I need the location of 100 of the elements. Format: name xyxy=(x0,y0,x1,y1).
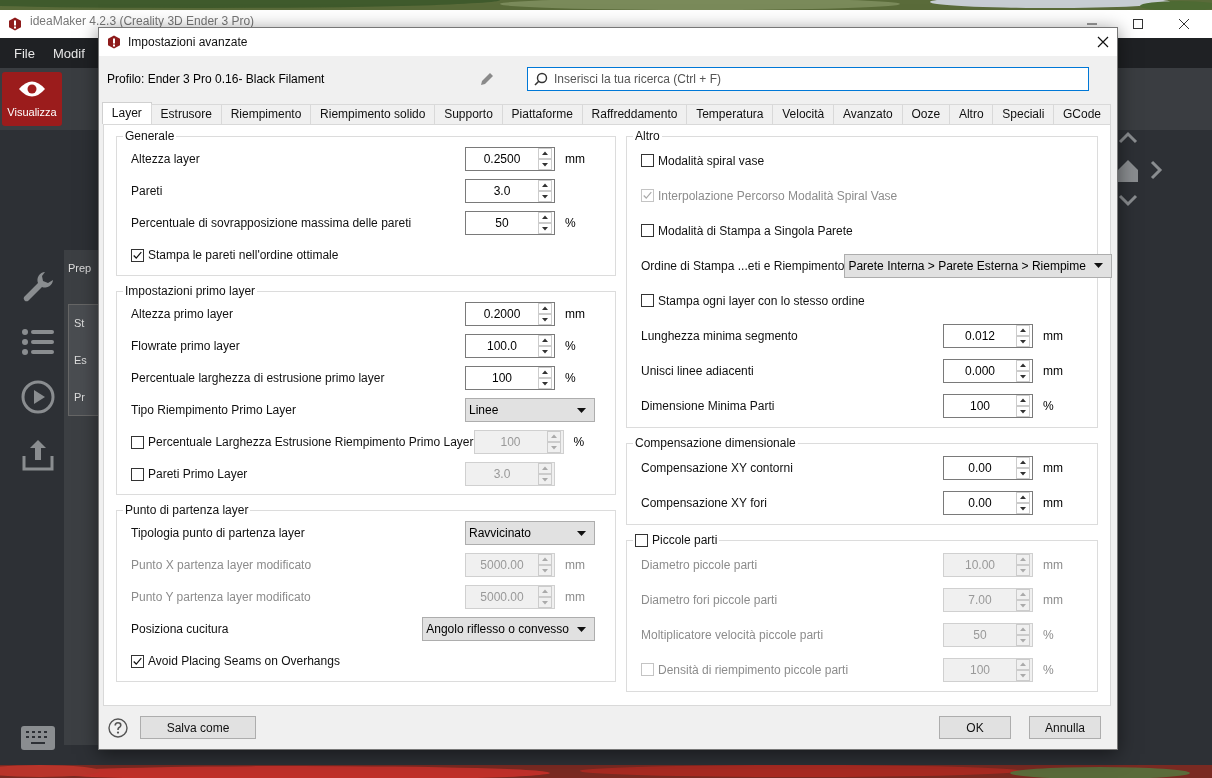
unit-label: mm xyxy=(1043,460,1063,475)
field-label: Moltiplicatore velocità piccole parti xyxy=(641,627,825,642)
field-label: Ordine di Stampa ...eti e Riempimento xyxy=(641,258,845,273)
menu-item[interactable]: File xyxy=(14,45,35,61)
up-down-arrows-icon[interactable] xyxy=(1016,456,1030,479)
up-down-arrows-icon[interactable] xyxy=(538,335,552,357)
up-down-arrows-icon[interactable] xyxy=(538,212,552,234)
checkbox[interactable] xyxy=(131,248,144,262)
unit-label: mm xyxy=(1043,592,1063,607)
unit-label: % xyxy=(565,216,576,230)
list-icon[interactable] xyxy=(21,328,55,356)
unit-label: mm xyxy=(565,152,585,166)
spin-box[interactable]: 0.2500 xyxy=(465,147,555,171)
spin-box[interactable]: 100 xyxy=(943,393,1033,418)
eye-icon xyxy=(18,80,46,98)
keyboard-icon[interactable] xyxy=(21,726,55,750)
up-down-arrows-icon[interactable] xyxy=(538,148,552,170)
dropdown[interactable]: Angolo riflesso o convesso xyxy=(422,617,595,641)
group-title: Punto di partenza layer xyxy=(125,503,249,517)
dialog-button[interactable]: OK xyxy=(939,716,1011,739)
tab[interactable]: Temperatura xyxy=(686,104,774,124)
field-label: Unisci linee adiacenti xyxy=(641,363,755,378)
field-label: Lunghezza minima segmento xyxy=(641,328,799,343)
checkbox-label: Modalità spiral vase xyxy=(658,153,766,168)
group-title: Generale xyxy=(125,129,175,143)
spin-box[interactable]: 0.000 xyxy=(943,358,1033,383)
up-down-arrows-icon[interactable] xyxy=(538,180,552,202)
spin-box[interactable]: 100 xyxy=(465,366,555,390)
unit-label: mm xyxy=(565,307,585,321)
checkbox[interactable] xyxy=(131,654,144,668)
tab[interactable]: Speciali xyxy=(992,104,1055,124)
checkbox[interactable] xyxy=(641,224,654,237)
panel-item[interactable]: Pr xyxy=(74,390,85,403)
unit-label: % xyxy=(565,339,576,353)
caret-icon xyxy=(577,626,586,632)
field-label: Altezza primo layer xyxy=(131,307,235,321)
wrench-icon[interactable] xyxy=(21,270,55,304)
checkbox[interactable] xyxy=(131,467,144,481)
up-down-arrows-icon[interactable] xyxy=(1016,359,1030,382)
dialog-title: Impostazioni avanzate xyxy=(128,35,248,49)
dropdown[interactable]: Linee xyxy=(465,398,595,422)
tab[interactable]: Layer xyxy=(102,102,152,124)
field-label: Compensazione XY contorni xyxy=(641,460,794,475)
spin-box[interactable]: 0.00 xyxy=(943,490,1033,515)
up-down-arrows-icon[interactable] xyxy=(1016,324,1030,347)
checkbox[interactable] xyxy=(641,154,654,167)
up-down-arrows-icon[interactable] xyxy=(538,367,552,389)
search-field[interactable]: Inserisci la tua ricerca (Ctrl + F) xyxy=(527,67,1089,91)
close-icon[interactable] xyxy=(1178,18,1190,30)
checkbox[interactable] xyxy=(131,435,144,449)
panel-item[interactable]: St xyxy=(74,317,85,330)
view-button[interactable]: Visualizza xyxy=(2,72,62,126)
checkbox[interactable] xyxy=(641,294,654,307)
unit-label: mm xyxy=(1043,557,1063,572)
field-label: Compensazione XY fori xyxy=(641,495,768,510)
spin-box[interactable]: 100.0 xyxy=(465,334,555,358)
field-label: Altezza layer xyxy=(131,152,201,166)
group-title: Piccole parti xyxy=(652,533,718,547)
close-icon[interactable] xyxy=(1097,36,1109,48)
unit-label: % xyxy=(1043,398,1054,413)
maximize-icon[interactable] xyxy=(1132,18,1144,30)
caret-icon xyxy=(1093,263,1103,268)
field-label: Flowrate primo layer xyxy=(131,339,241,353)
tab[interactable]: GCode xyxy=(1053,104,1111,124)
save-as-button[interactable]: Salva come xyxy=(140,716,256,739)
spin-box[interactable]: 0.012 xyxy=(943,323,1033,348)
checkbox-label: Interpolazione Percorso Modalità Spiral Vase xyxy=(658,188,899,203)
caret-icon xyxy=(577,407,586,413)
checkbox-label: Pareti Primo Layer xyxy=(148,467,249,481)
spin-box[interactable]: 0.2000 xyxy=(465,302,555,326)
unit-label: mm xyxy=(1043,363,1063,378)
dropdown[interactable]: Ravvicinato xyxy=(465,521,595,545)
tab[interactable]: Riempimento xyxy=(220,104,312,124)
upload-icon[interactable] xyxy=(21,438,55,472)
spin-box[interactable]: 0.00 xyxy=(943,455,1033,480)
dialog-button[interactable]: Annulla xyxy=(1029,716,1101,739)
dropdown[interactable]: Parete Interna > Parete Esterna > Riempime xyxy=(844,253,1112,278)
help-icon[interactable] xyxy=(108,717,128,738)
pencil-icon[interactable] xyxy=(479,71,495,87)
checkbox[interactable] xyxy=(635,533,648,547)
menu-item[interactable]: Modif xyxy=(52,45,85,61)
checkbox-label: Stampa ogni layer con lo stesso ordine xyxy=(658,293,866,308)
play-icon[interactable] xyxy=(21,380,55,414)
panel-item[interactable]: Es xyxy=(74,354,87,366)
up-down-arrows-icon[interactable] xyxy=(1016,491,1030,514)
up-down-arrows-icon[interactable] xyxy=(538,303,552,325)
field-label: Percentuale di sovrapposizione massima delle pareti xyxy=(131,216,413,230)
field-label: Percentuale larghezza di estrusione primo layer xyxy=(131,371,386,385)
unit-label: mm xyxy=(1043,495,1063,510)
tab[interactable]: Supporto xyxy=(434,104,503,124)
group-title: Altro xyxy=(635,129,660,143)
spin-box[interactable]: 3.0 xyxy=(465,179,555,203)
spin-box[interactable]: 50 xyxy=(465,211,555,235)
field-label: Diametro piccole parti xyxy=(641,557,759,572)
unit-label: mm xyxy=(565,590,585,604)
tab[interactable]: Estrusore xyxy=(150,104,222,124)
profile-label: Profilo: Ender 3 Pro 0.16- Black Filament xyxy=(107,72,326,86)
tab[interactable]: Riempimento solido xyxy=(310,104,436,124)
up-down-arrows-icon[interactable] xyxy=(1016,394,1030,417)
unit-label: % xyxy=(1043,662,1054,677)
